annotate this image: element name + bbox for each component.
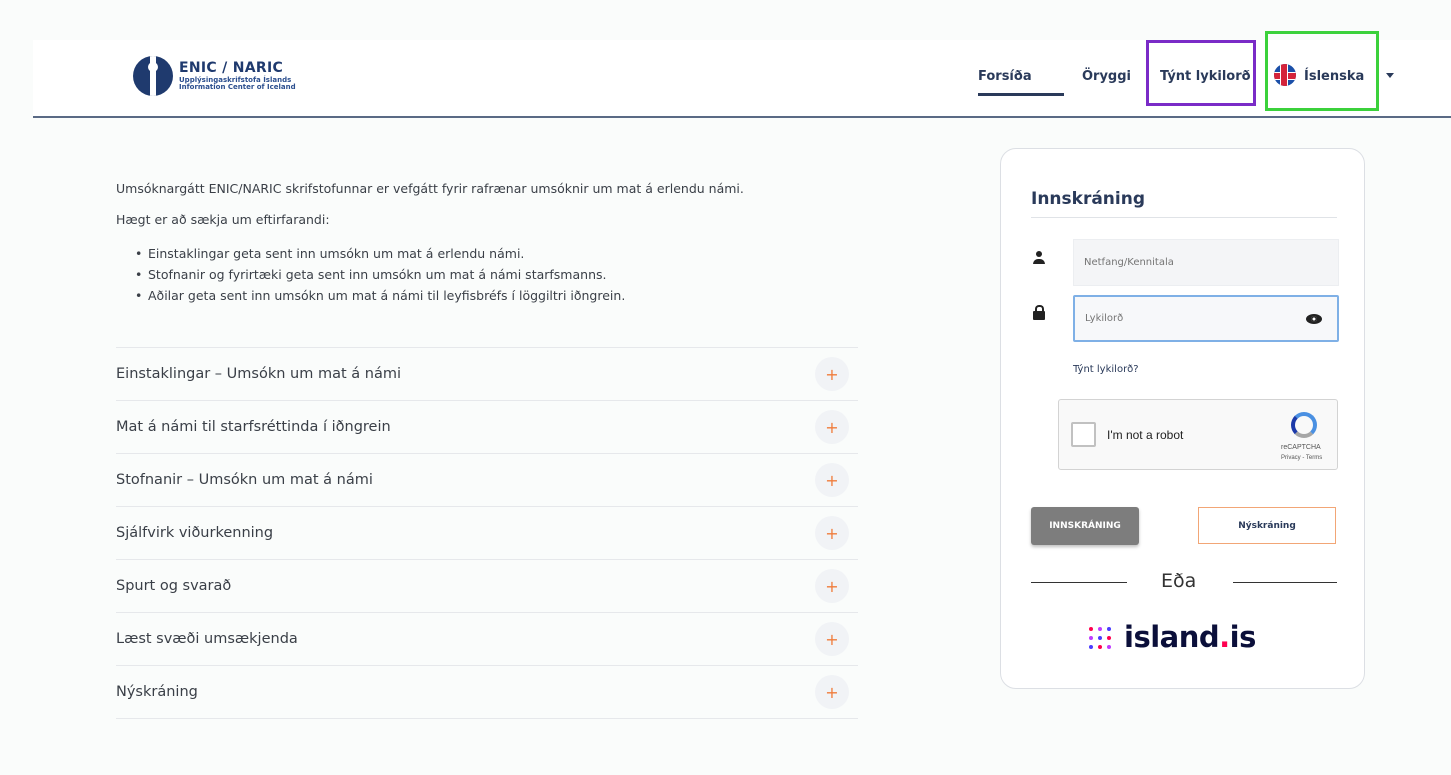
logo-icon: [133, 56, 173, 96]
accordion-item-trade[interactable]: Mat á námi til starfsréttinda í iðngrein…: [116, 401, 858, 454]
nav-forgot-password[interactable]: Týnt lykilorð: [1160, 69, 1251, 84]
recaptcha-widget: I'm not a robot reCAPTCHA Privacy - Term…: [1058, 399, 1338, 470]
nav-active-indicator: [978, 93, 1064, 96]
intro-paragraph: Umsóknargátt ENIC/NARIC skrifstofunnar e…: [116, 181, 744, 196]
accordion-item-registration[interactable]: Nýskráning +: [116, 666, 858, 719]
plus-icon[interactable]: +: [815, 463, 849, 497]
accordion-label: Spurt og svarað: [116, 578, 232, 594]
intro-list-item: Einstaklingar geta sent inn umsókn um ma…: [135, 243, 744, 264]
recaptcha-checkbox[interactable]: [1071, 422, 1096, 447]
password-field[interactable]: [1073, 295, 1339, 342]
island-brand-tld: is: [1229, 620, 1257, 654]
accordion-label: Nýskráning: [116, 684, 198, 700]
divider: [1031, 217, 1337, 218]
divider-right: [1233, 582, 1337, 583]
logo-subtitle-en: Information Center of Iceland: [179, 83, 296, 91]
plus-icon[interactable]: +: [815, 357, 849, 391]
accordion-label: Mat á námi til starfsréttinda í iðngrein: [116, 419, 391, 435]
plus-icon[interactable]: +: [815, 675, 849, 709]
island-is-dots-icon[interactable]: [1089, 627, 1113, 651]
nav-home[interactable]: Forsíða: [978, 69, 1032, 84]
recaptcha-logo-icon: [1291, 412, 1317, 438]
accordion-item-applicant-area[interactable]: Læst svæði umsækjenda +: [116, 613, 858, 666]
accordion-item-automatic-recognition[interactable]: Sjálfvirk viðurkenning +: [116, 507, 858, 560]
accordion-item-individuals[interactable]: Einstaklingar – Umsókn um mat á námi +: [116, 348, 858, 401]
intro-list-item: Aðilar geta sent inn umsókn um mat á nám…: [135, 285, 744, 306]
accordion-label: Einstaklingar – Umsókn um mat á námi: [116, 366, 401, 382]
forgot-password-link[interactable]: Týnt lykilorð?: [1073, 364, 1139, 375]
enic-naric-logo[interactable]: ENIC / NARIC Upplýsingaskrifstofa Ísland…: [133, 56, 296, 96]
island-brand-dot: .: [1219, 620, 1230, 654]
intro-text: Umsóknargátt ENIC/NARIC skrifstofunnar e…: [116, 181, 744, 306]
language-selector[interactable]: Íslenska: [1304, 69, 1364, 84]
plus-icon[interactable]: +: [815, 410, 849, 444]
accordion-label: Læst svæði umsækjenda: [116, 631, 298, 647]
register-button[interactable]: Nýskráning: [1198, 507, 1336, 544]
recaptcha-label: I'm not a robot: [1107, 428, 1184, 442]
nav-security[interactable]: Öryggi: [1082, 69, 1131, 84]
plus-icon[interactable]: +: [815, 622, 849, 656]
intro-list: Einstaklingar geta sent inn umsókn um ma…: [135, 243, 744, 306]
intro-list-item: Stofnanir og fyrirtæki geta sent inn ums…: [135, 264, 744, 285]
eye-icon[interactable]: [1306, 314, 1322, 324]
island-is-login-link[interactable]: island.is: [1124, 620, 1256, 654]
accordion-label: Stofnanir – Umsókn um mat á námi: [116, 472, 373, 488]
login-title: Innskráning: [1031, 189, 1146, 209]
recaptcha-terms-link[interactable]: Privacy - Terms: [1281, 455, 1322, 461]
island-brand-text: island: [1124, 620, 1220, 654]
lock-icon: [1033, 305, 1045, 321]
intro-subheading: Hægt er að sækja um eftirfarandi:: [116, 212, 330, 227]
user-icon: [1032, 251, 1046, 265]
site-header: ENIC / NARIC Upplýsingaskrifstofa Ísland…: [33, 31, 1451, 118]
login-card: Innskráning Týnt lykilorð? I'm not a rob…: [1000, 148, 1365, 689]
or-separator: Eða: [1161, 570, 1197, 592]
recaptcha-brand: reCAPTCHA: [1281, 444, 1321, 451]
email-field[interactable]: [1073, 239, 1339, 286]
accordion-item-faq[interactable]: Spurt og svarað +: [116, 560, 858, 613]
plus-icon[interactable]: +: [815, 569, 849, 603]
login-button[interactable]: INNSKRÁNING: [1031, 507, 1139, 545]
divider-left: [1031, 582, 1127, 583]
faq-accordion: Einstaklingar – Umsókn um mat á námi + M…: [116, 347, 858, 719]
plus-icon[interactable]: +: [815, 516, 849, 550]
logo-text: ENIC / NARIC Upplýsingaskrifstofa Ísland…: [179, 61, 296, 91]
accordion-label: Sjálfvirk viðurkenning: [116, 525, 274, 541]
iceland-flag-icon[interactable]: [1274, 64, 1296, 86]
logo-title: ENIC / NARIC: [179, 60, 284, 76]
accordion-item-institutions[interactable]: Stofnanir – Umsókn um mat á námi +: [116, 454, 858, 507]
caret-down-icon[interactable]: [1386, 73, 1394, 78]
